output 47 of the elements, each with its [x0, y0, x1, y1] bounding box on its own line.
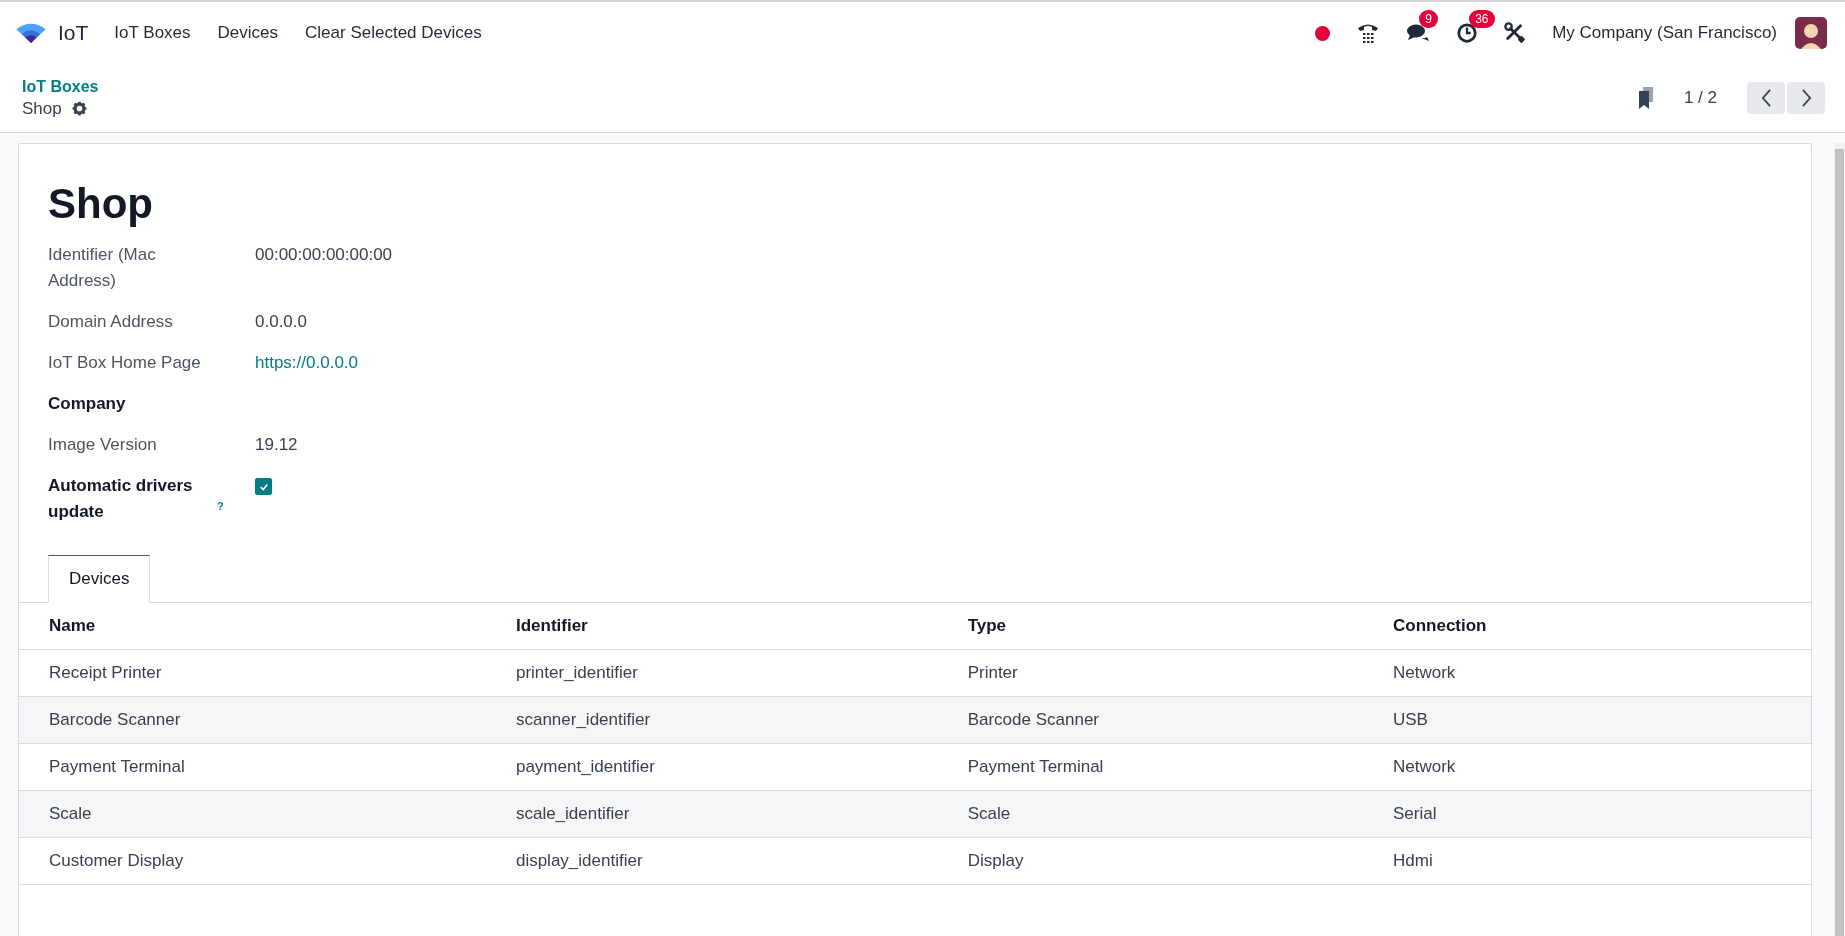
column-header[interactable]: Name — [19, 602, 486, 650]
menu-item[interactable]: IoT Boxes — [114, 23, 191, 43]
help-tooltip[interactable]: ? — [217, 500, 224, 513]
table-cell: scanner_identifier — [485, 696, 938, 744]
table-cell: USB — [1363, 696, 1811, 744]
table-cell: Scale — [19, 790, 486, 838]
app-name[interactable]: IoT — [58, 21, 89, 45]
table-cell: Network — [1363, 743, 1811, 791]
company-switcher[interactable]: My Company (San Francisco) — [1552, 23, 1777, 43]
breadcrumb-link[interactable]: IoT Boxes — [22, 77, 99, 96]
pager-value: 1 / 2 — [1683, 88, 1717, 108]
table-cell: Payment Terminal — [19, 743, 486, 791]
table-cell: Barcode Scanner — [937, 696, 1363, 744]
menu-item[interactable]: Clear Selected Devices — [305, 23, 482, 43]
field-value: 00:00:00:00:00:00 — [255, 245, 393, 264]
table-cell: Customer Display — [19, 837, 486, 885]
tab[interactable]: Devices — [48, 555, 151, 603]
table-cell: Payment Terminal — [937, 743, 1363, 791]
counter-badge: 36 — [1469, 10, 1495, 28]
field-value: 19.12 — [255, 435, 298, 454]
table-cell: Display — [937, 837, 1363, 885]
table-cell: scale_identifier — [485, 790, 938, 838]
field-label: Company — [48, 393, 126, 415]
table-cell: Network — [1363, 649, 1811, 697]
column-header[interactable]: Connection — [1363, 602, 1811, 650]
field-label: Automatic drivers update — [48, 475, 194, 523]
field-label: Identifier (Mac Address) — [48, 244, 157, 292]
counter-badge: 9 — [1419, 10, 1438, 28]
field-label: Domain Address — [48, 311, 173, 333]
table-cell: display_identifier — [485, 837, 938, 885]
table-cell: Printer — [937, 649, 1363, 697]
record-title: Shop — [48, 180, 154, 228]
table-cell: Receipt Printer — [19, 649, 486, 697]
column-header[interactable]: Identifier — [485, 602, 938, 650]
column-header[interactable]: Type — [937, 602, 1363, 650]
table-cell: payment_identifier — [485, 743, 938, 791]
url-link[interactable]: https://0.0.0.0 — [255, 353, 358, 372]
table-cell: Serial — [1363, 790, 1811, 838]
table-cell: Hdmi — [1363, 837, 1811, 885]
menu-item[interactable]: Devices — [217, 23, 279, 43]
field-label: IoT Box Home Page — [48, 352, 201, 374]
table-cell: Barcode Scanner — [19, 696, 486, 744]
breadcrumb-current: Shop — [22, 98, 62, 119]
table-cell: Scale — [937, 790, 1363, 838]
field-label: Image Version — [48, 434, 157, 456]
table-cell: printer_identifier — [485, 649, 938, 697]
field-value: 0.0.0.0 — [255, 312, 307, 331]
